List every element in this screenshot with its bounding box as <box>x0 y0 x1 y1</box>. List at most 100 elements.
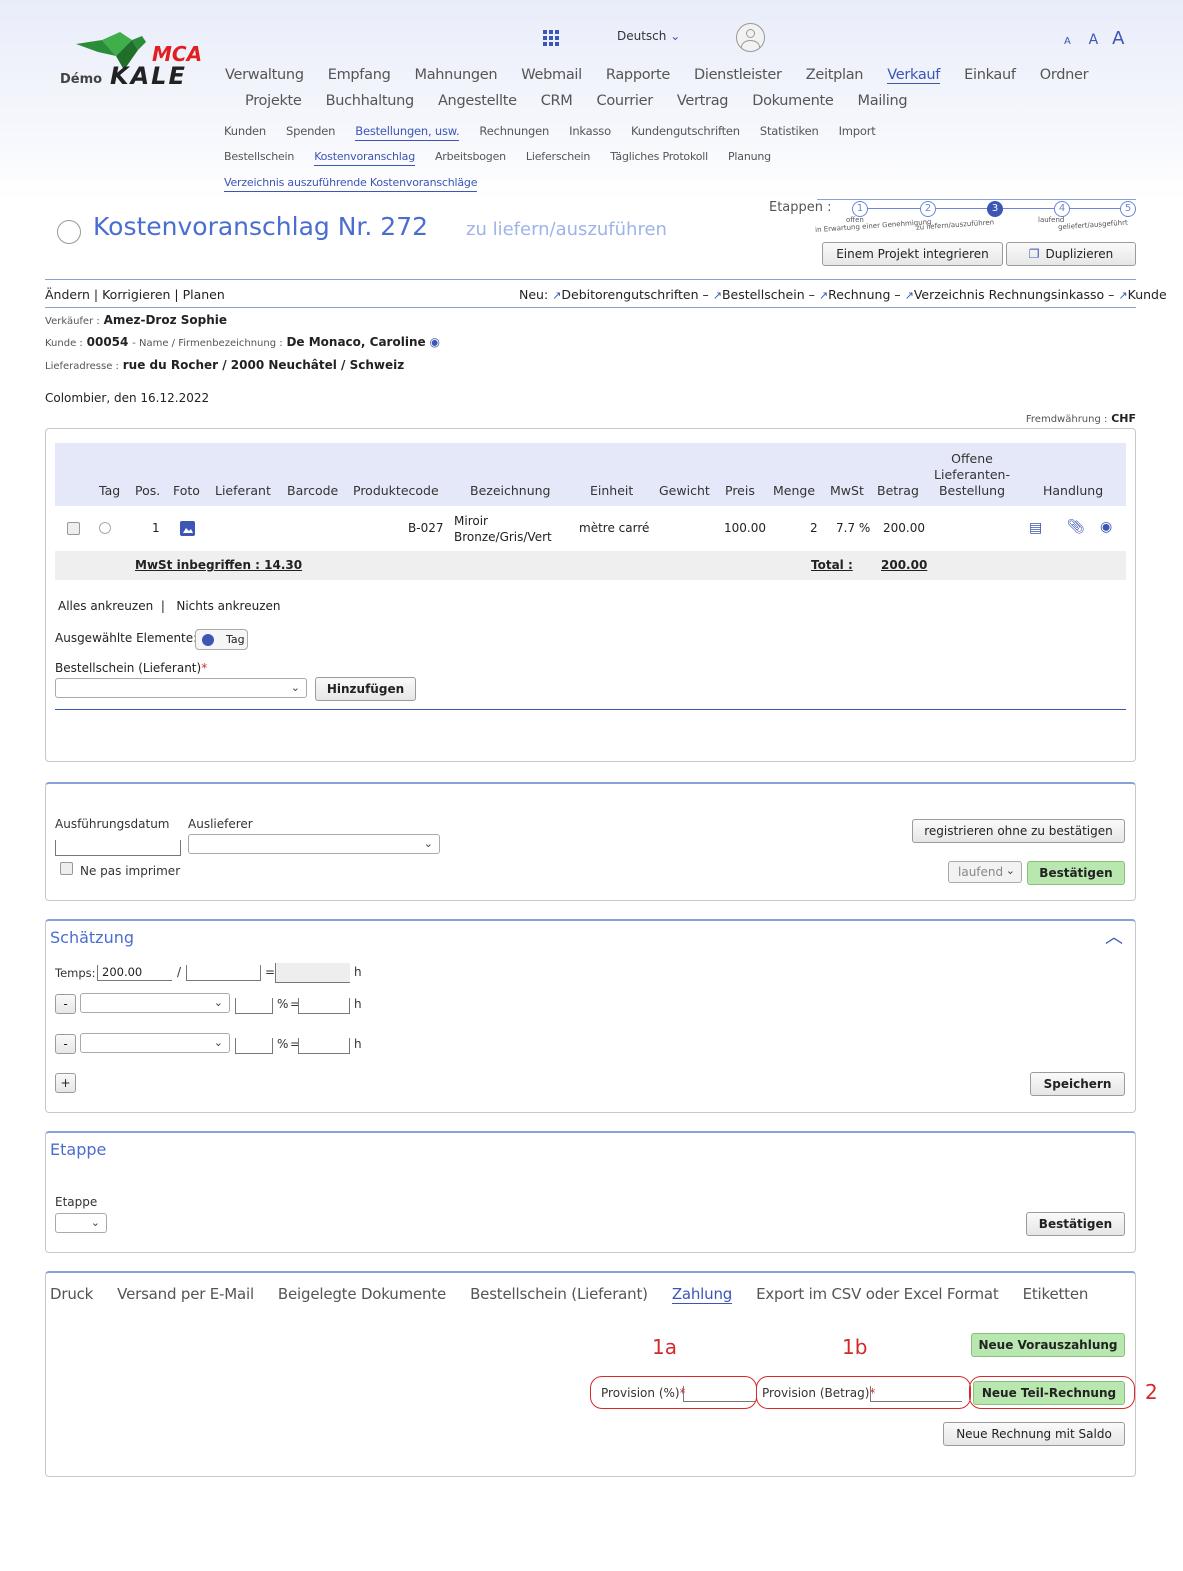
user-avatar[interactable] <box>736 23 765 52</box>
external-link-icon: ↗ <box>904 289 914 302</box>
subnav-planung[interactable]: Planung <box>728 150 771 163</box>
photo-icon[interactable] <box>180 521 195 536</box>
subnav-protokoll[interactable]: Tägliches Protokoll <box>610 150 708 163</box>
new-credit-note-link[interactable]: Debitorengutschriften <box>561 287 698 302</box>
subnav-kunden[interactable]: Kunden <box>224 124 266 138</box>
subnav-kostenvoranschlag[interactable]: Kostenvoranschlag <box>314 150 415 166</box>
nav-dienstleister[interactable]: Dienstleister <box>694 67 782 83</box>
tab-labels[interactable]: Etiketten <box>1023 1285 1089 1303</box>
estimate-title: Schätzung <box>50 928 135 947</box>
no-print-checkbox[interactable] <box>60 862 73 875</box>
time-input[interactable]: 200.00 <box>97 965 172 981</box>
nav-dokumente[interactable]: Dokumente <box>752 93 834 109</box>
stage-confirm-button[interactable]: Bestätigen <box>1026 1212 1125 1236</box>
subnav-statistiken[interactable]: Statistiken <box>760 124 819 138</box>
apps-grid-icon[interactable] <box>543 30 559 46</box>
subnav-import[interactable]: Import <box>839 124 876 138</box>
collapse-icon[interactable]: ︿ <box>1105 923 1123 949</box>
nav-crm[interactable]: CRM <box>541 93 573 109</box>
font-medium-button[interactable]: A <box>1089 32 1099 48</box>
add-button[interactable]: Hinzufügen <box>315 677 416 701</box>
stage-select[interactable]: ⌄ <box>55 1213 107 1233</box>
remove-row-button[interactable]: - <box>55 1034 76 1054</box>
tab-email[interactable]: Versand per E-Mail <box>117 1285 254 1303</box>
subnav-bestellungen[interactable]: Bestellungen, usw. <box>355 124 460 141</box>
nav-projekte[interactable]: Projekte <box>245 93 302 109</box>
add-row-button[interactable]: + <box>55 1073 76 1093</box>
row-tag-radio[interactable] <box>99 522 111 534</box>
document-icon[interactable]: ▤ <box>1029 520 1042 536</box>
row-checkbox[interactable] <box>67 522 80 535</box>
stage-5[interactable]: 5 <box>1120 201 1136 217</box>
uncheck-all-link[interactable]: Nichts ankreuzen <box>176 599 280 613</box>
check-all-link[interactable]: Alles ankreuzen <box>58 599 153 613</box>
nav-courrier[interactable]: Courrier <box>597 93 654 109</box>
subnav-spenden[interactable]: Spenden <box>286 124 335 138</box>
nav-zeitplan[interactable]: Zeitplan <box>806 67 864 83</box>
confirm-button[interactable]: Bestätigen <box>1027 861 1125 885</box>
nav-verkauf[interactable]: Verkauf <box>887 67 940 84</box>
divisor-input[interactable] <box>186 965 261 981</box>
nav-vertrag[interactable]: Vertrag <box>677 93 729 109</box>
nav-verwaltung[interactable]: Verwaltung <box>225 67 304 83</box>
nav-webmail[interactable]: Webmail <box>521 67 582 83</box>
subnav-verzeichnis[interactable]: Verzeichnis auszuführende Kostenvoransch… <box>224 176 477 192</box>
hours-input-1[interactable] <box>298 998 350 1014</box>
tab-documents[interactable]: Beigelegte Dokumente <box>278 1285 446 1303</box>
subnav-rechnungen[interactable]: Rechnungen <box>479 124 549 138</box>
tab-payment[interactable]: Zahlung <box>671 1285 732 1304</box>
new-advance-button[interactable]: Neue Vorauszahlung <box>971 1333 1125 1357</box>
font-large-button[interactable]: A <box>1112 28 1124 49</box>
nav-mahnungen[interactable]: Mahnungen <box>415 67 498 83</box>
font-small-button[interactable]: A <box>1064 36 1071 47</box>
remove-row-button[interactable]: - <box>55 994 76 1014</box>
tab-print[interactable]: Druck <box>50 1285 93 1303</box>
stage-1[interactable]: 1 <box>852 201 868 217</box>
execution-date-input[interactable] <box>55 840 181 856</box>
eye-icon[interactable]: ◉ <box>1100 519 1112 535</box>
percent-input-1[interactable] <box>235 998 273 1014</box>
new-balance-invoice-button[interactable]: Neue Rechnung mit Saldo <box>943 1422 1125 1446</box>
nav-einkauf[interactable]: Einkauf <box>964 67 1016 83</box>
edit-actions[interactable]: Ändern | Korrigieren | Planen <box>45 287 225 302</box>
new-invoice-link[interactable]: Rechnung <box>828 287 890 302</box>
hours-input-2[interactable] <box>298 1038 350 1054</box>
status-select[interactable]: laufend ⌄ <box>948 861 1022 883</box>
nav-angestellte[interactable]: Angestellte <box>438 93 517 109</box>
nav-ordner[interactable]: Ordner <box>1040 67 1089 83</box>
deliverer-select[interactable]: ⌄ <box>188 834 440 854</box>
subnav-bestellschein[interactable]: Bestellschein <box>224 150 294 163</box>
paperclip-icon[interactable]: 📎︎ <box>1067 519 1085 535</box>
nav-empfang[interactable]: Empfang <box>328 67 391 83</box>
sub-nav-row3: Verzeichnis auszuführende Kostenvoransch… <box>224 176 497 192</box>
language-select[interactable]: Deutsch ⌄ <box>617 29 680 43</box>
tag-button[interactable]: Tag <box>195 629 248 650</box>
percent-input-2[interactable] <box>235 1038 273 1054</box>
subnav-lieferschein[interactable]: Lieferschein <box>526 150 590 163</box>
save-button[interactable]: Speichern <box>1030 1072 1125 1096</box>
estimate-type-select-2[interactable]: ⌄ <box>80 1033 230 1053</box>
duplicate-button[interactable]: ❐ Duplizieren <box>1006 242 1136 266</box>
subnav-kundengutschriften[interactable]: Kundengutschriften <box>631 124 740 138</box>
new-order-link[interactable]: Bestellschein <box>722 287 805 302</box>
stage-2[interactable]: 2 <box>920 201 936 217</box>
supplier-order-select[interactable]: ⌄ <box>55 678 307 698</box>
subnav-inkasso[interactable]: Inkasso <box>569 124 611 138</box>
integrate-project-button[interactable]: Einem Projekt integrieren <box>822 242 1003 266</box>
nav-rapporte[interactable]: Rapporte <box>606 67 670 83</box>
tab-supplier-order[interactable]: Bestellschein (Lieferant) <box>470 1285 648 1303</box>
register-button[interactable]: registrieren ohne zu bestätigen <box>912 819 1125 843</box>
tab-export[interactable]: Export im CSV oder Excel Format <box>756 1285 999 1303</box>
nav-mailing[interactable]: Mailing <box>858 93 908 109</box>
address-line: Lieferadresse : rue du Rocher / 2000 Neu… <box>45 358 405 372</box>
nav-buchhaltung[interactable]: Buchhaltung <box>326 93 415 109</box>
address-value: rue du Rocher / 2000 Neuchâtel / Schweiz <box>122 358 405 372</box>
new-collection-link[interactable]: Verzeichnis Rechnungsinkasso <box>914 287 1104 302</box>
new-client-link[interactable]: Kunde <box>1128 287 1167 302</box>
subnav-arbeitsbogen[interactable]: Arbeitsbogen <box>435 150 506 163</box>
stage-4[interactable]: 4 <box>1054 201 1070 217</box>
estimate-type-select-1[interactable]: ⌄ <box>80 993 230 1013</box>
logo[interactable]: MCA Démo KALE <box>58 30 218 92</box>
eye-icon[interactable]: ◉ <box>429 335 439 349</box>
stage-3[interactable]: 3 <box>987 201 1003 217</box>
